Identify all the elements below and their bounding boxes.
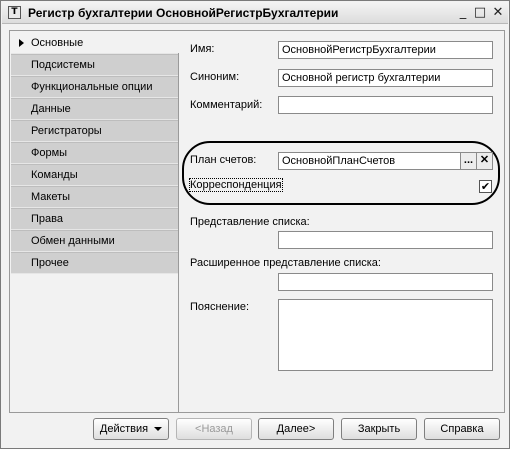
back-button[interactable]: <Назад <box>176 418 252 440</box>
tab-label: Данные <box>31 103 71 115</box>
tab-other[interactable]: Прочее <box>11 252 178 274</box>
tab-label: Обмен данными <box>31 235 115 247</box>
tab-rights[interactable]: Права <box>11 208 178 230</box>
title-bar[interactable]: Т Регистр бухгалтерии ОсновнойРегистрБух… <box>2 2 508 24</box>
register-icon: Т <box>8 6 21 19</box>
actions-dropdown-button[interactable]: Действия <box>93 418 169 440</box>
tab-functional-options[interactable]: Функциональные опции <box>11 76 178 98</box>
explanation-label: Пояснение: <box>190 301 250 313</box>
chart-of-accounts-value: ОсновнойПланСчетов <box>282 155 396 167</box>
help-button[interactable]: Справка <box>424 418 500 440</box>
tab-forms[interactable]: Формы <box>11 142 178 164</box>
actions-label: Действия <box>99 423 149 435</box>
highlight-oval <box>182 141 500 205</box>
close-icon[interactable]: ✕ <box>490 5 506 21</box>
tab-divider <box>178 53 179 412</box>
triangle-right-icon <box>19 39 24 47</box>
tab-label: Права <box>31 213 63 225</box>
correspondence-label[interactable]: Корреспонденция <box>189 178 283 192</box>
tab-label: Регистраторы <box>31 125 102 137</box>
tab-data[interactable]: Данные <box>11 98 178 120</box>
comment-label: Комментарий: <box>190 99 263 111</box>
name-field[interactable]: ОсновнойРегистрБухгалтерии <box>278 41 493 59</box>
comment-field[interactable] <box>278 96 493 114</box>
close-button[interactable]: Закрыть <box>341 418 417 440</box>
ext-list-presentation-label: Расширенное представление списка: <box>190 257 381 269</box>
chart-of-accounts-field[interactable]: ОсновнойПланСчетов ... ✕ <box>278 152 493 170</box>
synonym-label: Синоним: <box>190 71 240 83</box>
tab-label: Формы <box>31 147 68 159</box>
tab-label: Основные <box>31 37 84 49</box>
tab-basic[interactable]: Основные <box>11 32 178 54</box>
explanation-textarea[interactable] <box>278 299 493 371</box>
tab-subsystems[interactable]: Подсистемы <box>11 54 178 76</box>
maximize-icon[interactable]: □ <box>472 5 488 21</box>
ext-list-presentation-field[interactable] <box>278 273 493 291</box>
dialog-window: Т Регистр бухгалтерии ОсновнойРегистрБух… <box>0 0 510 449</box>
content-panel: Основные Подсистемы Функциональные опции… <box>9 30 505 413</box>
tab-commands[interactable]: Команды <box>11 164 178 186</box>
list-presentation-field[interactable] <box>278 231 493 249</box>
window-title: Регистр бухгалтерии ОсновнойРегистрБухга… <box>28 6 339 20</box>
clear-icon[interactable]: ✕ <box>476 153 492 169</box>
list-presentation-label: Представление списка: <box>190 216 310 228</box>
tab-registrars[interactable]: Регистраторы <box>11 120 178 142</box>
next-button[interactable]: Далее> <box>258 418 334 440</box>
tab-label: Команды <box>31 169 78 181</box>
tab-label: Прочее <box>31 257 69 269</box>
chart-of-accounts-label: План счетов: <box>190 154 257 166</box>
tab-label: Макеты <box>31 191 71 203</box>
name-label: Имя: <box>190 43 215 55</box>
tab-templates[interactable]: Макеты <box>11 186 178 208</box>
synonym-field[interactable]: Основной регистр бухгалтерии <box>278 69 493 87</box>
chevron-down-icon <box>154 427 163 432</box>
tab-data-exchange[interactable]: Обмен данными <box>11 230 178 252</box>
correspondence-checkbox[interactable]: ✔ <box>479 180 492 193</box>
select-button[interactable]: ... <box>460 153 476 169</box>
minimize-icon[interactable]: _ <box>455 5 471 21</box>
tab-label: Функциональные опции <box>31 81 153 93</box>
tab-label: Подсистемы <box>31 59 95 71</box>
tab-list: Основные Подсистемы Функциональные опции… <box>11 32 178 274</box>
